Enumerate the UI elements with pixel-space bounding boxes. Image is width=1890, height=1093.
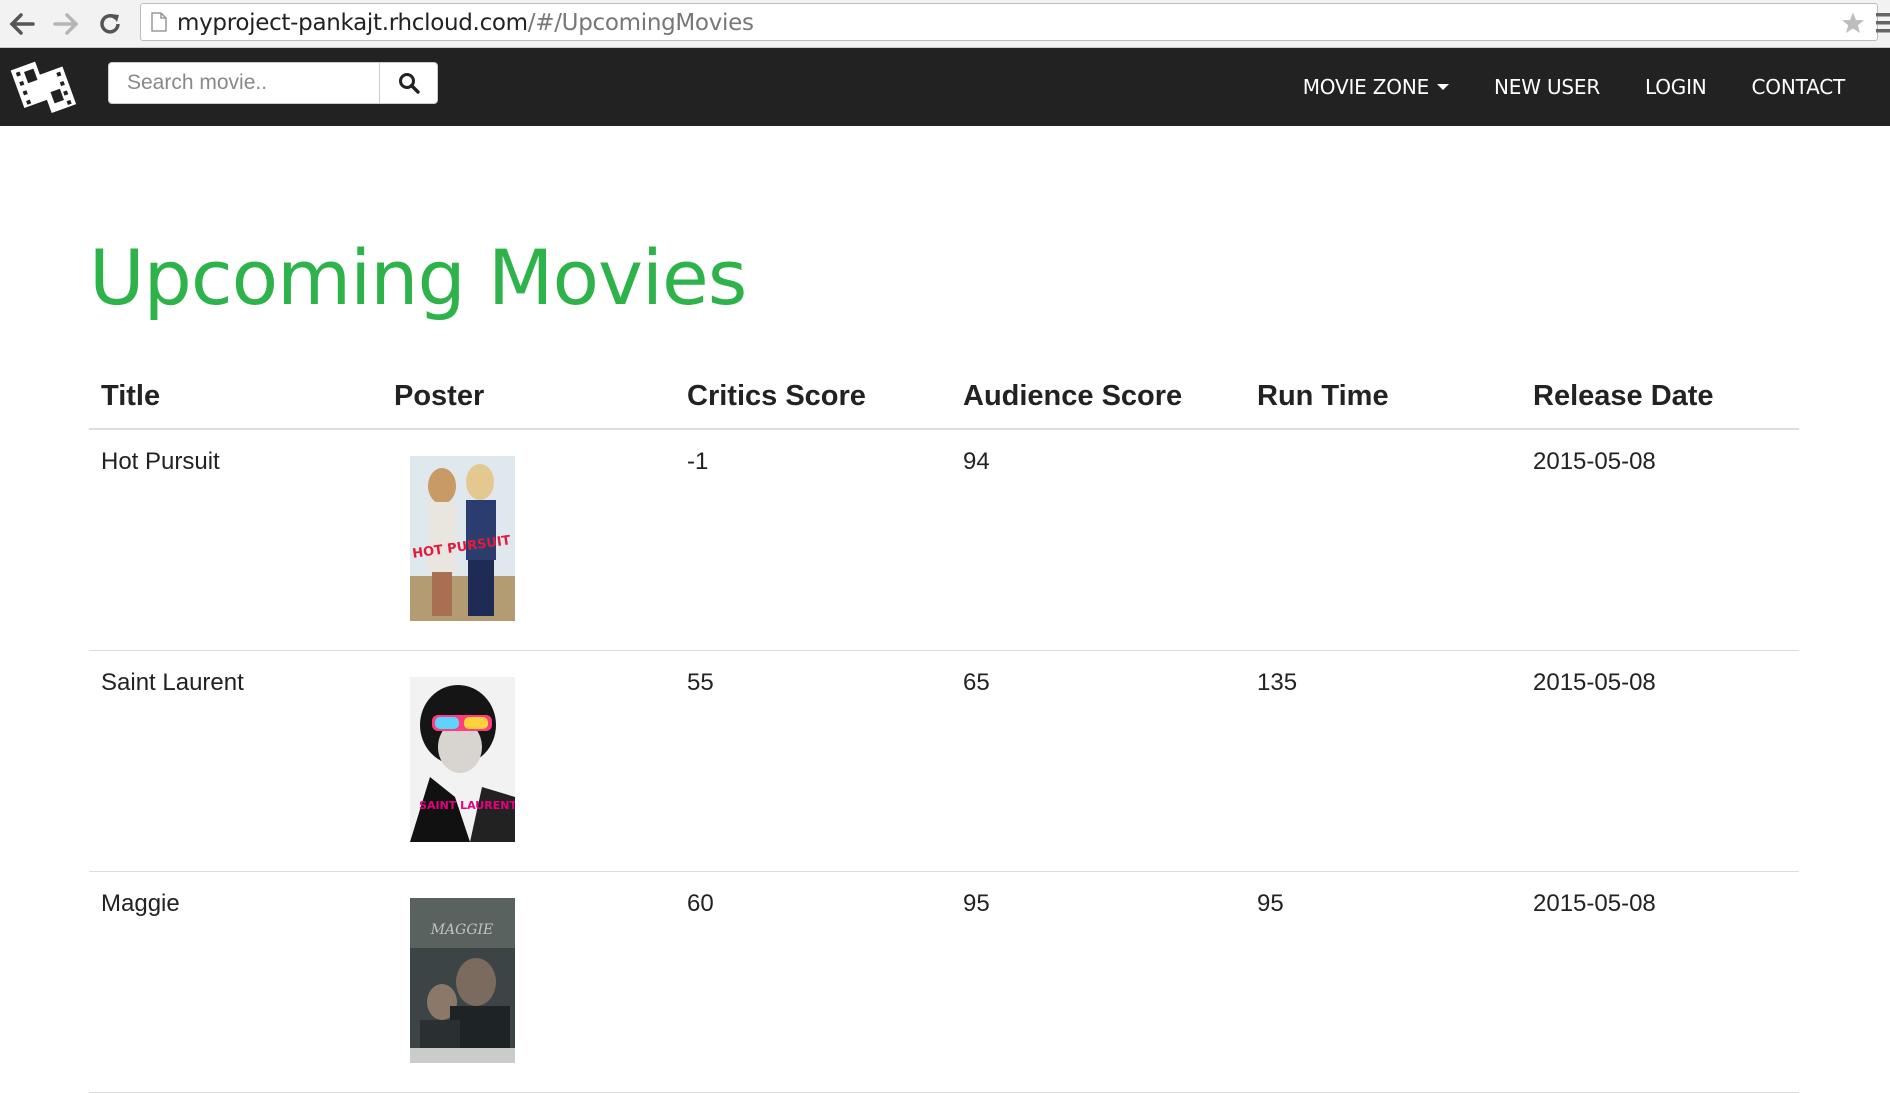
header-critics-score: Critics Score bbox=[675, 378, 951, 430]
url-text: myproject-pankajt.rhcloud.com/#/Upcoming… bbox=[177, 10, 754, 36]
critics-score: 55 bbox=[675, 650, 951, 872]
menu-item-contact[interactable]: CONTACT bbox=[1751, 75, 1846, 99]
menu-item-label: CONTACT bbox=[1751, 75, 1846, 99]
header-title: Title bbox=[89, 378, 382, 430]
audience-score: 94 bbox=[951, 429, 1245, 651]
poster-image[interactable]: MAGGIE bbox=[410, 898, 515, 1063]
critics-score: 60 bbox=[675, 871, 951, 1093]
poster-text: MAGGIE bbox=[430, 922, 494, 938]
header-poster: Poster bbox=[382, 378, 675, 430]
search-input[interactable] bbox=[109, 63, 379, 103]
run-time bbox=[1245, 429, 1521, 651]
back-icon[interactable] bbox=[4, 6, 40, 42]
critics-score: -1 bbox=[675, 429, 951, 651]
site-navbar: MOVIE ZONE NEW USER LOGIN CONTACT bbox=[0, 48, 1890, 126]
menu-item-label: MOVIE ZONE bbox=[1302, 75, 1430, 99]
movie-title: Hot Pursuit bbox=[89, 429, 382, 651]
main-menu: MOVIE ZONE NEW USER LOGIN CONTACT bbox=[1258, 48, 1845, 126]
forward-icon[interactable] bbox=[48, 6, 84, 42]
menu-item-new-user[interactable]: NEW USER bbox=[1494, 75, 1600, 99]
movies-table: Title Poster Critics Score Audience Scor… bbox=[89, 378, 1799, 1093]
table-row: Maggie MAGGIE 60 95 95 2015-05-08 bbox=[89, 871, 1799, 1093]
run-time: 95 bbox=[1245, 871, 1521, 1093]
menu-item-label: LOGIN bbox=[1645, 75, 1707, 99]
search-button[interactable] bbox=[379, 63, 438, 103]
search-icon bbox=[399, 73, 420, 94]
audience-score: 65 bbox=[951, 650, 1245, 872]
menu-item-login[interactable]: LOGIN bbox=[1645, 75, 1707, 99]
page-icon bbox=[151, 12, 167, 37]
poster-cell: HOT PURSUIT bbox=[382, 429, 675, 651]
release-date: 2015-05-08 bbox=[1521, 429, 1799, 651]
table-row: Hot Pursuit HOT PURSUIT -1 94 2015-05-08 bbox=[89, 429, 1799, 651]
poster-text: SAINT LAURENT bbox=[419, 799, 515, 812]
reload-icon[interactable] bbox=[92, 6, 128, 42]
movie-title: Saint Laurent bbox=[89, 650, 382, 872]
poster-cell: MAGGIE bbox=[382, 871, 675, 1093]
header-release-date: Release Date bbox=[1521, 378, 1799, 430]
table-row: Saint Laurent SAINT LAURENT 55 65 135 20… bbox=[89, 650, 1799, 872]
menu-item-label: NEW USER bbox=[1494, 75, 1601, 99]
caret-down-icon bbox=[1437, 84, 1450, 90]
poster-image[interactable]: SAINT LAURENT bbox=[410, 677, 515, 842]
release-date: 2015-05-08 bbox=[1521, 650, 1799, 872]
browser-toolbar: myproject-pankajt.rhcloud.com/#/Upcoming… bbox=[0, 0, 1890, 48]
header-run-time: Run Time bbox=[1245, 378, 1521, 430]
header-audience-score: Audience Score bbox=[951, 378, 1245, 430]
film-logo-icon[interactable] bbox=[10, 52, 78, 120]
bookmark-star-icon[interactable] bbox=[1841, 11, 1865, 40]
url-host: myproject-pankajt.rhcloud.com bbox=[177, 10, 528, 36]
search-group bbox=[108, 62, 438, 104]
movie-title: Maggie bbox=[89, 871, 382, 1093]
release-date: 2015-05-08 bbox=[1521, 871, 1799, 1093]
address-bar[interactable]: myproject-pankajt.rhcloud.com/#/Upcoming… bbox=[140, 3, 1878, 41]
menu-item-movie-zone[interactable]: MOVIE ZONE bbox=[1302, 75, 1450, 99]
poster-image[interactable]: HOT PURSUIT bbox=[410, 456, 515, 621]
table-header-row: Title Poster Critics Score Audience Scor… bbox=[89, 378, 1799, 430]
audience-score: 95 bbox=[951, 871, 1245, 1093]
page-title: Upcoming Movies bbox=[89, 233, 747, 322]
browser-menu-icon[interactable] bbox=[1876, 12, 1890, 39]
run-time: 135 bbox=[1245, 650, 1521, 872]
poster-cell: SAINT LAURENT bbox=[382, 650, 675, 872]
url-path: /#/UpcomingMovies bbox=[527, 10, 754, 36]
